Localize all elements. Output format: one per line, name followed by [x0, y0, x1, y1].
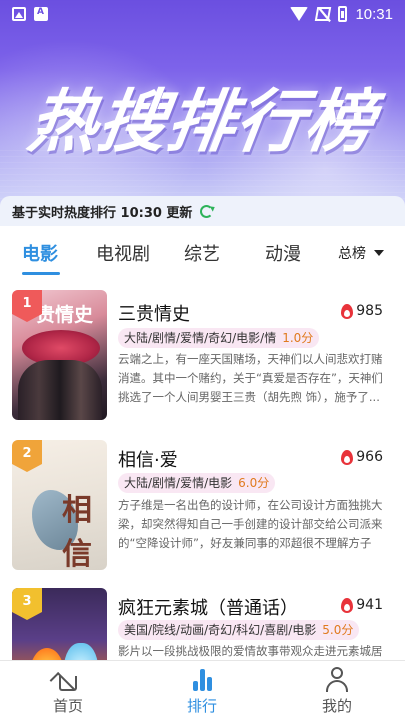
home-icon — [49, 665, 82, 698]
tab-anime[interactable]: 动漫 — [265, 240, 301, 266]
tab-variety[interactable]: 综艺 — [184, 240, 220, 266]
movie-description: 云端之上，有一座天国赌场，天神们以人间悲欢打赌消遣。其中一个赌约，关于“真爱是否… — [118, 352, 383, 404]
gallery-notification-icon — [12, 7, 26, 21]
movie-poster[interactable]: 3 — [12, 588, 107, 660]
poster-title: 相信 — [62, 493, 92, 570]
user-icon — [323, 665, 351, 693]
score: 1.0分 — [282, 331, 314, 345]
tab-tv[interactable]: 电视剧 — [96, 240, 150, 266]
ranking-list: 贵情史 1 三贵情史 985 大陆/剧情/爱情/奇幻/电影/情 1.0分 云端之上… — [0, 286, 405, 660]
rank-badge: 2 — [12, 440, 42, 472]
movie-tags: 美国/院线/动画/奇幻/科幻/喜剧/电影 5.0分 — [118, 620, 360, 640]
movie-title[interactable]: 疯狂元素城（普通话） — [118, 594, 298, 620]
rank-type-dropdown[interactable]: 总榜 — [338, 243, 384, 263]
tags-text: 大陆/剧情/爱情/奇幻/电影/情 — [124, 331, 277, 345]
rank-badge: 3 — [12, 588, 42, 620]
nav-mine[interactable]: 我的 — [297, 665, 377, 716]
movie-title[interactable]: 三贵情史 — [118, 300, 190, 326]
status-bar: 10:31 — [0, 0, 405, 28]
poster-title: 贵情史 — [36, 304, 94, 326]
poster-art — [18, 360, 102, 420]
wifi-icon — [290, 7, 309, 21]
score: 6.0分 — [238, 476, 270, 490]
update-bar: 基于实时热度排行 10:30 更新 — [0, 196, 405, 226]
banner-title: 热搜排行榜 — [23, 83, 380, 162]
nav-home[interactable]: 首页 — [28, 665, 108, 716]
fire-icon — [341, 449, 354, 465]
score: 5.0分 — [322, 623, 354, 637]
status-time: 10:31 — [355, 5, 393, 23]
movie-poster[interactable]: 贵情史 1 — [12, 290, 107, 420]
no-signal-icon — [315, 7, 332, 21]
tab-indicator — [22, 272, 60, 275]
hot-count: 941 — [341, 597, 383, 613]
poster-art — [30, 648, 64, 660]
hot-value: 941 — [356, 597, 383, 613]
hot-count: 985 — [341, 303, 383, 319]
hot-count: 966 — [341, 449, 383, 465]
movie-poster[interactable]: 相信 2 — [12, 440, 107, 570]
chart-icon — [188, 665, 216, 693]
movie-tags: 大陆/剧情/爱情/电影 6.0分 — [118, 473, 276, 493]
refresh-icon[interactable] — [200, 204, 214, 218]
hot-value: 985 — [356, 303, 383, 319]
nav-ranking-label: 排行 — [186, 697, 217, 715]
movie-description: 方子维是一名出色的设计师，在公司设计方面独挑大梁，却突然得知自己一手创建的设计部… — [118, 498, 383, 550]
rank-type-value: 总榜 — [338, 246, 366, 262]
tags-text: 大陆/剧情/爱情/电影 — [124, 476, 233, 490]
tab-movie[interactable]: 电影 — [22, 240, 58, 266]
app-notification-icon — [34, 7, 48, 21]
tags-text: 美国/院线/动画/奇幻/科幻/喜剧/电影 — [124, 623, 317, 637]
list-item[interactable]: 贵情史 1 三贵情史 985 大陆/剧情/爱情/奇幻/电影/情 1.0分 云端之上… — [0, 286, 405, 421]
category-tabs: 电影 电视剧 综艺 动漫 总榜 — [0, 226, 405, 278]
bottom-nav: 首页 排行 我的 — [0, 661, 405, 720]
hot-value: 966 — [356, 449, 383, 465]
poster-art — [64, 643, 98, 660]
nav-home-label: 首页 — [52, 697, 83, 715]
nav-ranking[interactable]: 排行 — [162, 665, 242, 716]
movie-description: 影片以一段挑战极限的爱情故事带观众走进元素城居 — [118, 644, 383, 658]
movie-tags: 大陆/剧情/爱情/奇幻/电影/情 1.0分 — [118, 328, 320, 348]
battery-icon — [338, 6, 348, 22]
fire-icon — [341, 303, 354, 319]
fire-icon — [341, 597, 354, 613]
update-text: 基于实时热度排行 10:30 更新 — [12, 205, 193, 221]
movie-title[interactable]: 相信·爱 — [118, 446, 178, 472]
nav-mine-label: 我的 — [321, 697, 352, 715]
list-item[interactable]: 相信 2 相信·爱 966 大陆/剧情/爱情/电影 6.0分 方子维是一名出色的设… — [0, 436, 405, 571]
list-item[interactable]: 3 疯狂元素城（普通话） 941 美国/院线/动画/奇幻/科幻/喜剧/电影 5.0… — [0, 584, 405, 660]
caret-down-icon — [374, 250, 384, 256]
